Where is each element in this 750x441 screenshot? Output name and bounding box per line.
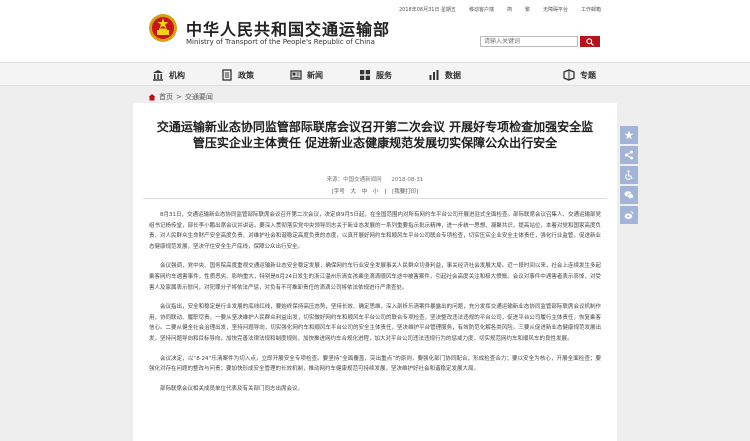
nav-item-news[interactable]: 新闻	[290, 68, 323, 82]
nav-label: 专题	[580, 70, 596, 80]
print-button[interactable]: [我要打印]	[392, 189, 418, 195]
simplified-link[interactable]: 简	[507, 6, 512, 13]
nav-item-data[interactable]: 数据	[428, 68, 461, 82]
work-email-link[interactable]: 工作邮箱	[581, 6, 601, 13]
article-paragraph: 部际联席会议相关成员单位代表及有关部门同志出席会议。	[160, 385, 304, 392]
newspaper-icon	[290, 70, 302, 80]
article-title: 交通运输新业态协同监管部际联席会议召开第二次会议 开展好专项检查加强安全监管压实…	[156, 120, 594, 150]
home-icon	[148, 94, 156, 101]
traditional-link[interactable]: 繁	[525, 6, 530, 13]
breadcrumb: 首页 > 交通要闻	[148, 92, 213, 102]
article-meta: 来源：中国交通新闻网 2018-08-31	[133, 175, 617, 183]
article-body: 8月31日，交通运输新业态协同监管部际联席会议召开第二次会议，决定自9月5日起，…	[149, 210, 601, 403]
search-input[interactable]	[480, 36, 578, 47]
title-divider	[143, 198, 607, 199]
mobile-client-link[interactable]: 移动客户端	[469, 6, 494, 13]
font-size-close: ]	[384, 189, 387, 195]
site-title-en: Ministry of Transport of the People's Re…	[186, 38, 375, 46]
favorite-button[interactable]	[620, 126, 638, 144]
article-date: 2018-08-31	[391, 177, 424, 183]
accessibility-button[interactable]	[620, 166, 638, 184]
article-tools: [字号 大 中 小 ] [我要打印]	[133, 187, 617, 195]
share-button[interactable]	[620, 146, 638, 164]
floating-share-bar	[620, 126, 638, 226]
nav-item-topic[interactable]: 专题	[563, 68, 596, 82]
chart-icon	[429, 70, 439, 80]
breadcrumb-current-link[interactable]: 交通要闻	[185, 92, 213, 102]
top-links-bar: 2018年08月31日 星期五 移动客户端 简 繁 无障碍平台 工作邮箱	[399, 6, 601, 13]
font-size-small-button[interactable]: 小	[373, 189, 379, 195]
search-button[interactable]	[580, 36, 600, 47]
weibo-button[interactable]	[620, 206, 638, 224]
breadcrumb-home-link[interactable]: 首页	[159, 92, 173, 102]
nav-label: 服务	[376, 70, 392, 80]
building-icon	[153, 70, 163, 81]
wechat-icon	[624, 191, 634, 199]
site-header: 中华人民共和国交通运输部 Ministry of Transport of th…	[0, 0, 750, 62]
document-icon	[222, 69, 232, 81]
article-paragraph: 会议强调，党中央、国务院高度重视交通运输新业态安全稳定发展，确保网约车行业安全发…	[149, 263, 601, 291]
main-nav: 机构 政策 新闻 服务 数据 专题	[0, 62, 750, 86]
breadcrumb-separator: >	[176, 93, 182, 101]
nav-item-service[interactable]: 服务	[359, 68, 392, 82]
nav-item-institution[interactable]: 机构	[152, 68, 185, 82]
wechat-button[interactable]	[620, 186, 638, 204]
article-paragraph: 会议指出，安全和稳定是行业发展的底线红线，要始终保持高压态势，坚持长效、确定思维…	[149, 304, 601, 342]
nav-item-policy[interactable]: 政策	[221, 68, 254, 82]
font-size-medium-button[interactable]: 中	[362, 189, 368, 195]
share-icon	[625, 150, 633, 160]
star-icon	[624, 130, 634, 140]
accessibility-link[interactable]: 无障碍平台	[543, 6, 568, 13]
article-source: 来源：中国交通新闻网	[326, 177, 382, 183]
accessibility-icon	[625, 170, 633, 180]
search-icon	[586, 37, 594, 46]
font-size-large-button[interactable]: 大	[350, 189, 356, 195]
national-emblem-icon	[149, 14, 177, 42]
weibo-icon	[624, 211, 634, 219]
article-container: 交通运输新业态协同监管部际联席会议召开第二次会议 开展好专项检查加强安全监管压实…	[133, 103, 617, 441]
nav-label: 新闻	[307, 70, 323, 80]
nav-label: 机构	[169, 70, 185, 80]
font-size-label: [字号	[331, 189, 345, 195]
topic-icon	[563, 69, 575, 81]
nav-label: 数据	[445, 70, 461, 80]
article-paragraph: 8月31日，交通运输新业态协同监管部际联席会议召开第二次会议，决定自9月5日起，…	[149, 212, 602, 250]
nav-label: 政策	[238, 70, 254, 80]
article-paragraph: 会议决定，以“8·24”乐清案件为切入点，立即开展安全专项检查。要坚持“全面覆盖…	[149, 355, 601, 373]
current-date: 2018年08月31日 星期五	[399, 7, 457, 13]
site-title-cn: 中华人民共和国交通运输部	[186, 20, 391, 39]
service-icon	[360, 70, 370, 80]
